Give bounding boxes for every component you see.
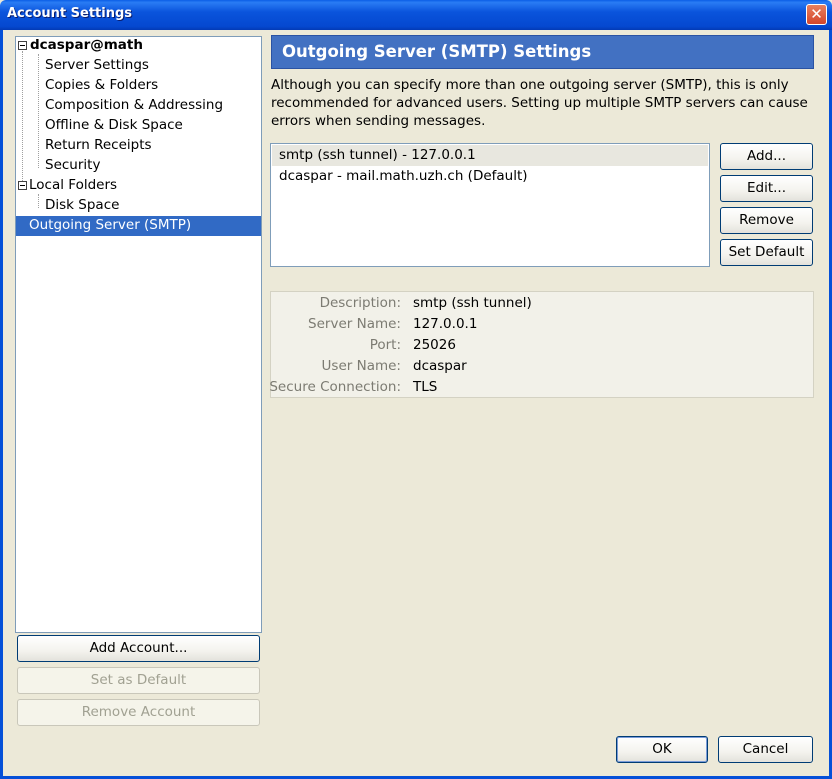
tree-item-label: Security	[45, 157, 101, 173]
smtp-server-list[interactable]: smtp (ssh tunnel) - 127.0.0.1 dcaspar - …	[270, 143, 710, 267]
port-label: Port:	[369, 337, 401, 353]
remove-server-button[interactable]: Remove	[720, 207, 813, 234]
collapse-icon[interactable]	[18, 41, 27, 50]
tree-item-account-dcaspar[interactable]: dcaspar@math	[16, 36, 261, 56]
tree-item-copies-folders[interactable]: Copies & Folders	[45, 76, 158, 96]
tree-item-label: Server Settings	[45, 57, 149, 73]
tree-item-offline-disk[interactable]: Offline & Disk Space	[45, 116, 183, 136]
tree-connector	[38, 194, 39, 208]
title-bar: Account Settings ✕	[0, 0, 832, 30]
tree-item-label: dcaspar@math	[30, 37, 143, 53]
edit-server-button[interactable]: Edit...	[720, 175, 813, 202]
account-tree[interactable]: dcaspar@math Server Settings Copies & Fo…	[15, 36, 262, 633]
set-as-default-button[interactable]: Set as Default	[17, 667, 260, 694]
server-list-item[interactable]: smtp (ssh tunnel) - 127.0.0.1	[272, 145, 708, 166]
tree-connector	[38, 54, 39, 168]
user-name-label: User Name:	[321, 358, 401, 374]
remove-account-button[interactable]: Remove Account	[17, 699, 260, 726]
tree-connector	[22, 51, 23, 189]
tree-item-label: Return Receipts	[45, 137, 152, 153]
secure-connection-value: TLS	[413, 379, 438, 395]
add-account-button[interactable]: Add Account...	[17, 635, 260, 662]
tree-item-label: Local Folders	[29, 177, 118, 193]
add-server-button[interactable]: Add...	[720, 143, 813, 170]
ok-button[interactable]: OK	[616, 736, 708, 763]
tree-item-return-receipts[interactable]: Return Receipts	[45, 136, 152, 156]
server-details: Description: smtp (ssh tunnel) Server Na…	[269, 291, 814, 398]
description-label: Description:	[319, 295, 401, 311]
window-frame	[0, 30, 3, 779]
secure-connection-label: Secure Connection:	[269, 379, 401, 395]
server-name-value: 127.0.0.1	[413, 316, 478, 332]
panel-header: Outgoing Server (SMTP) Settings	[271, 35, 814, 69]
tree-item-server-settings[interactable]: Server Settings	[45, 56, 149, 76]
user-name-value: dcaspar	[413, 358, 467, 374]
tree-item-local-folders[interactable]: Local Folders	[16, 176, 261, 196]
collapse-icon[interactable]	[18, 181, 27, 190]
tree-item-composition[interactable]: Composition & Addressing	[45, 96, 223, 116]
tree-item-security[interactable]: Security	[45, 156, 100, 176]
tree-item-disk-space[interactable]: Disk Space	[45, 196, 119, 216]
tree-item-label: Copies & Folders	[45, 77, 159, 93]
port-value: 25026	[413, 337, 456, 353]
tree-item-label: Offline & Disk Space	[45, 117, 183, 133]
page-title: Outgoing Server (SMTP) Settings	[282, 42, 592, 61]
tree-item-outgoing-server[interactable]: Outgoing Server (SMTP)	[16, 216, 261, 236]
tree-item-label: Disk Space	[45, 197, 120, 213]
window-title: Account Settings	[7, 6, 133, 21]
server-list-item[interactable]: dcaspar - mail.math.uzh.ch (Default)	[272, 166, 708, 187]
close-icon[interactable]: ✕	[806, 4, 827, 25]
tree-item-label: Composition & Addressing	[45, 97, 224, 113]
tree-item-label: Outgoing Server (SMTP)	[29, 217, 192, 233]
panel-description: Although you can specify more than one o…	[271, 77, 808, 129]
cancel-button[interactable]: Cancel	[718, 736, 813, 763]
description-value: smtp (ssh tunnel)	[413, 295, 532, 311]
server-name-label: Server Name:	[308, 316, 401, 332]
set-default-server-button[interactable]: Set Default	[720, 239, 813, 266]
